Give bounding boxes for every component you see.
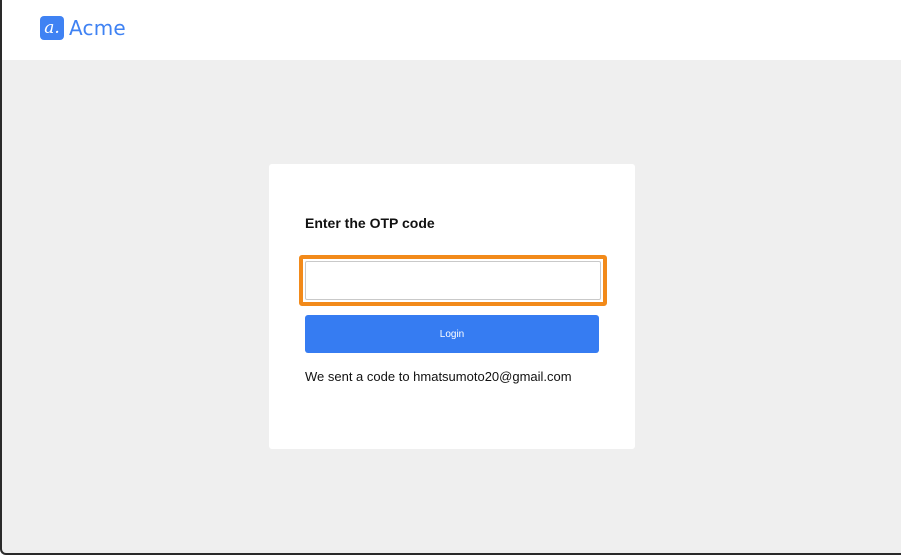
otp-input[interactable]	[305, 261, 601, 300]
acme-logo-icon: a.	[40, 16, 64, 40]
brand-logo[interactable]: a. Acme	[40, 16, 126, 40]
otp-title: Enter the OTP code	[305, 215, 435, 231]
otp-card: Enter the OTP code Login We sent a code …	[269, 164, 635, 449]
top-header: a. Acme	[2, 0, 901, 60]
app-window: a. Acme Enter the OTP code Login We sent…	[0, 0, 901, 555]
brand-name: Acme	[69, 16, 126, 40]
login-button[interactable]: Login	[305, 315, 599, 353]
code-sent-message: We sent a code to hmatsumoto20@gmail.com	[305, 369, 572, 384]
